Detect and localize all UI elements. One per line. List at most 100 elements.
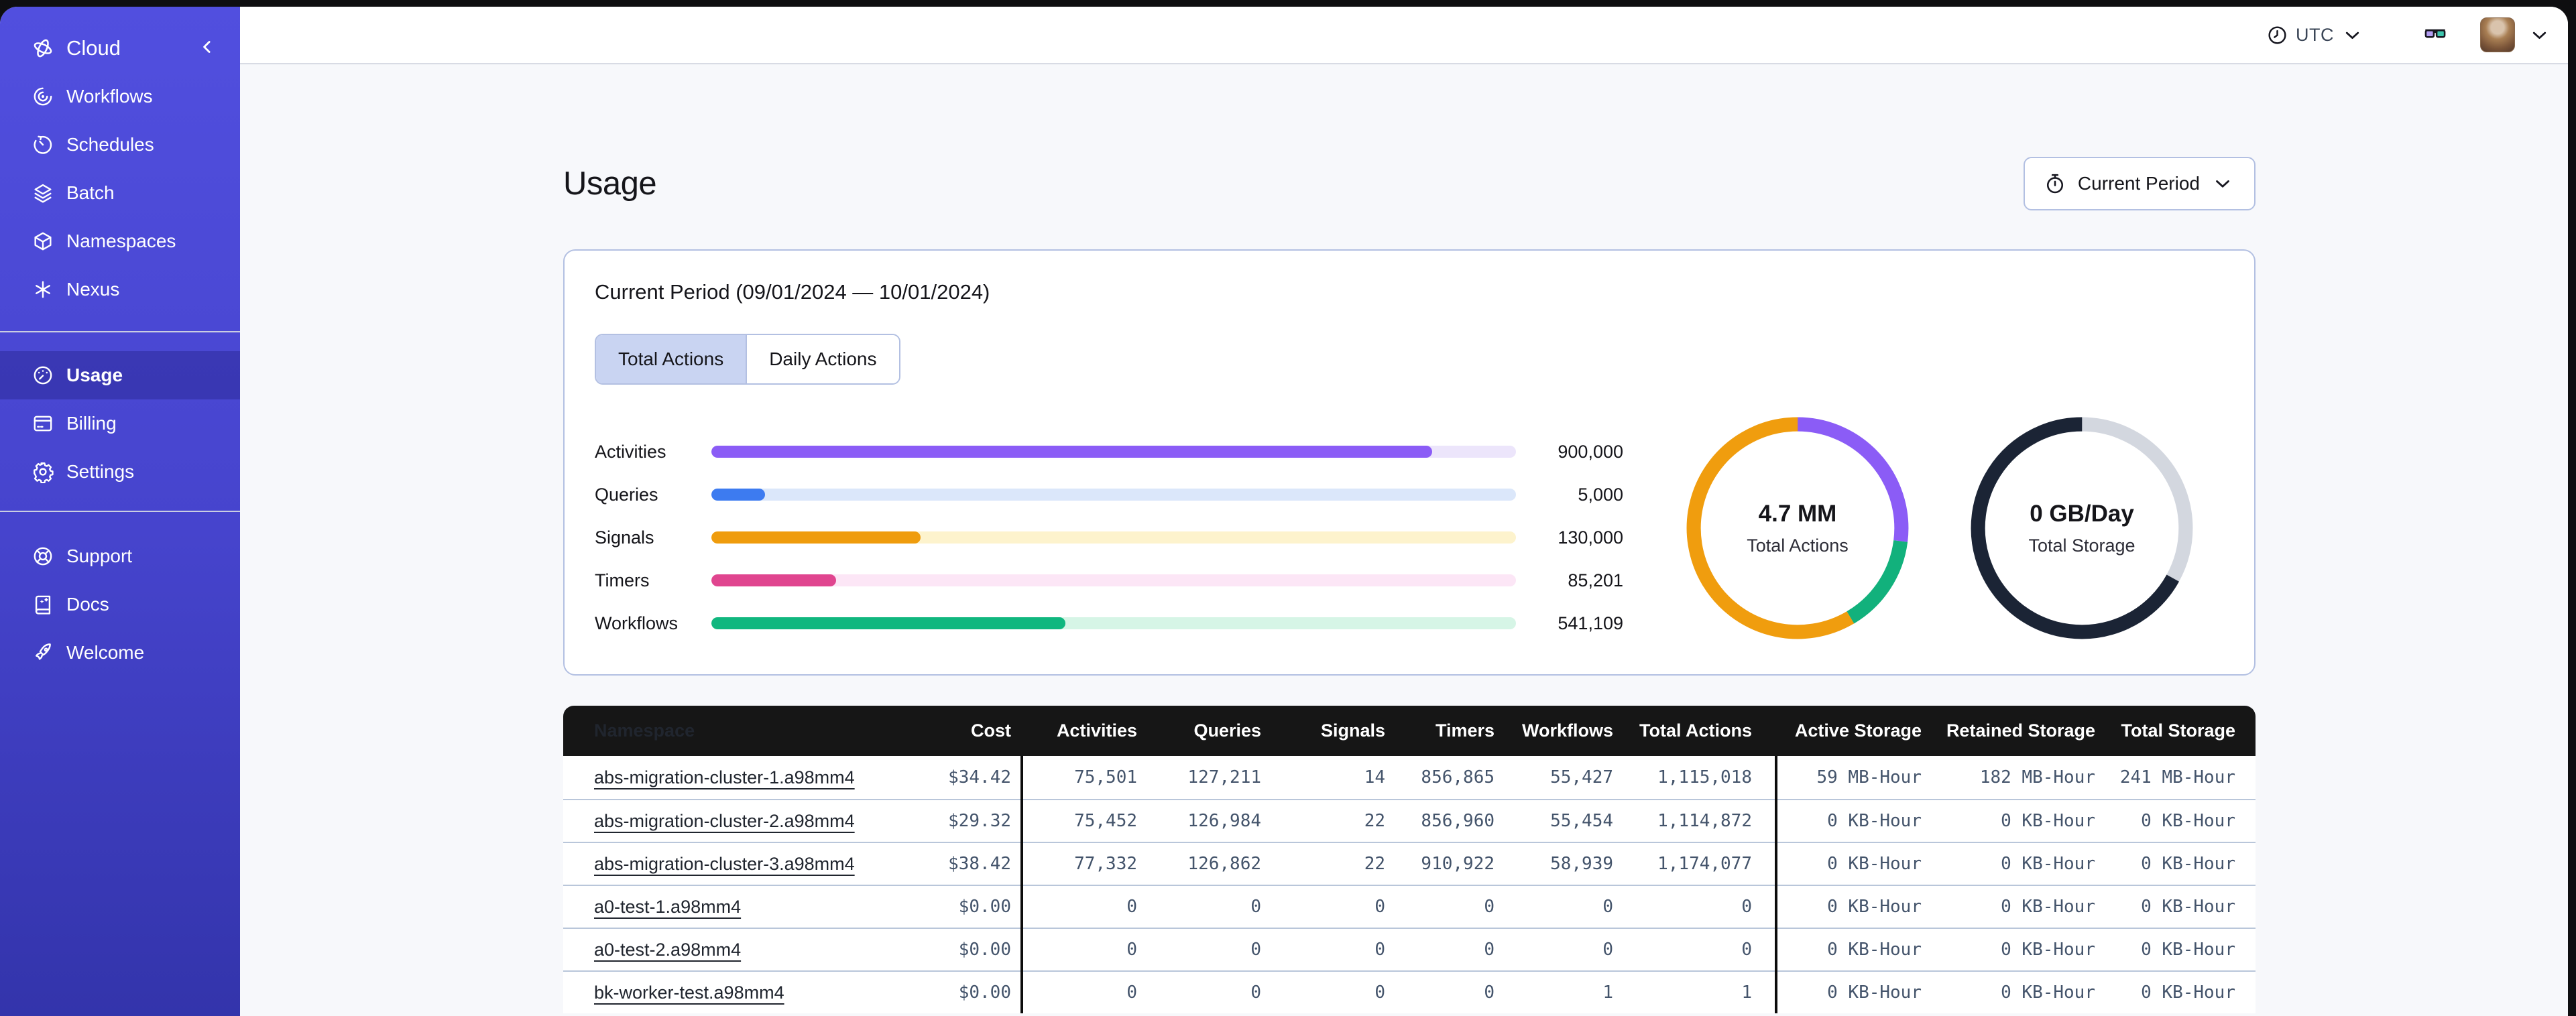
table-row: abs-migration-cluster-3.a98mm4 $38.42 77,3… bbox=[563, 842, 2256, 885]
sidebar-collapse-button[interactable] bbox=[197, 37, 217, 60]
namespace-link[interactable]: a0-test-1.a98mm4 bbox=[594, 897, 741, 917]
total-storage-caption: Total Storage bbox=[2028, 535, 2135, 556]
bar-label: Activities bbox=[595, 441, 666, 462]
value-cell: 1,115,018 bbox=[1657, 767, 1752, 787]
namespace-link[interactable]: abs-migration-cluster-2.a98mm4 bbox=[594, 811, 855, 831]
workflows-icon bbox=[32, 85, 54, 108]
app-window: Cloud Workflows Schedules Batch Namespaces N… bbox=[0, 7, 2568, 1016]
value-cell: 0 bbox=[1602, 897, 1613, 917]
chevron-left-icon bbox=[197, 37, 217, 57]
value-cell: 126,984 bbox=[1187, 811, 1261, 831]
sidebar-item-label: Namespaces bbox=[66, 231, 176, 251]
value-cell: 1,114,872 bbox=[1657, 811, 1752, 831]
schedules-icon bbox=[32, 133, 54, 156]
table-row: bk-worker-test.a98mm4 $0.00 0 0 0 0 1 1 0 KB-Hou… bbox=[563, 970, 2256, 1013]
sidebar-item-support[interactable]: Support bbox=[0, 532, 240, 580]
stopwatch-icon bbox=[2044, 172, 2066, 195]
value-cell: 22 bbox=[1364, 854, 1385, 874]
column-header-total-storage: Total Storage bbox=[2121, 720, 2235, 741]
sidebar-item-welcome[interactable]: Welcome bbox=[0, 629, 240, 677]
tab-daily-actions[interactable]: Daily Actions bbox=[746, 335, 899, 383]
sidebar-item-label: Welcome bbox=[66, 642, 145, 663]
sidebar-item-workflows[interactable]: Workflows bbox=[0, 72, 240, 121]
sidebar-brand[interactable]: Cloud bbox=[0, 24, 240, 72]
value-cell: 0 bbox=[1250, 940, 1261, 960]
value-cell: 0 bbox=[1126, 897, 1137, 917]
column-header-retained-storage: Retained Storage bbox=[1946, 720, 2095, 741]
value-cell: 22 bbox=[1364, 811, 1385, 831]
value-cell: $29.32 bbox=[948, 811, 1011, 831]
total-storage-value: 0 GB/Day bbox=[2030, 500, 2134, 527]
value-cell: 0 KB-Hour bbox=[2141, 897, 2235, 917]
sidebar-item-docs[interactable]: Docs bbox=[0, 580, 240, 629]
sidebar-item-billing[interactable]: Billing bbox=[0, 399, 240, 448]
bar-track bbox=[711, 446, 1516, 458]
column-header-total-actions: Total Actions bbox=[1639, 720, 1752, 741]
table-row: a0-test-2.a98mm4 $0.00 0 0 0 0 0 0 0 KB-Hour 0 KB… bbox=[563, 928, 2256, 970]
sidebar-item-nexus[interactable]: Nexus bbox=[0, 265, 240, 314]
donut-center-label: 0 GB/Day Total Storage bbox=[1964, 410, 2200, 646]
sidebar-item-namespaces[interactable]: Namespaces bbox=[0, 217, 240, 265]
sidebar-item-label: Settings bbox=[66, 461, 135, 482]
namespace-link[interactable]: abs-migration-cluster-3.a98mm4 bbox=[594, 854, 855, 874]
settings-icon bbox=[32, 460, 54, 483]
namespaces-icon bbox=[32, 230, 54, 253]
sidebar-section-main: Workflows Schedules Batch Namespaces Nexus bbox=[0, 72, 240, 314]
sidebar-item-settings[interactable]: Settings bbox=[0, 448, 240, 496]
bar-row-activities: Activities 900,000 bbox=[595, 430, 1623, 473]
donut-center-label: 4.7 MM Total Actions bbox=[1680, 410, 1916, 646]
value-cell: 0 bbox=[1741, 897, 1752, 917]
temporal-logo-icon bbox=[32, 37, 54, 60]
tab-total-actions[interactable]: Total Actions bbox=[596, 335, 746, 383]
value-cell: 1,174,077 bbox=[1657, 854, 1752, 874]
sidebar-item-usage[interactable]: Usage bbox=[0, 351, 240, 399]
value-cell: $0.00 bbox=[958, 982, 1011, 1003]
value-cell: 241 MB-Hour bbox=[2119, 767, 2235, 787]
bar-fill bbox=[711, 446, 1433, 458]
sidebar-item-label: Usage bbox=[66, 365, 123, 385]
nerd-glasses-icon[interactable] bbox=[2420, 21, 2451, 49]
bar-value: 85,201 bbox=[1568, 570, 1623, 590]
sidebar-section-account: Usage Billing Settings bbox=[0, 351, 240, 496]
value-cell: 0 KB-Hour bbox=[2001, 982, 2095, 1003]
user-avatar[interactable] bbox=[2480, 17, 2515, 52]
value-cell: 856,960 bbox=[1421, 811, 1495, 831]
chevron-down-icon bbox=[2341, 24, 2363, 46]
namespace-link[interactable]: bk-worker-test.a98mm4 bbox=[594, 982, 784, 1003]
user-menu-chevron-down-icon[interactable] bbox=[2528, 24, 2551, 46]
bar-value: 5,000 bbox=[1578, 484, 1623, 505]
value-cell: 0 KB-Hour bbox=[1827, 982, 1922, 1003]
period-selector-button[interactable]: Current Period bbox=[2023, 157, 2256, 210]
value-cell: 182 MB-Hour bbox=[1979, 767, 2095, 787]
value-cell: 0 KB-Hour bbox=[2141, 811, 2235, 831]
namespace-usage-table: Namespace Cost Activities Queries Signals Tim… bbox=[563, 706, 2256, 1013]
bar-value: 541,109 bbox=[1558, 613, 1623, 633]
value-cell: 0 KB-Hour bbox=[1827, 854, 1922, 874]
column-header-queries: Queries bbox=[1193, 720, 1261, 741]
bar-value: 130,000 bbox=[1558, 527, 1623, 548]
page-head: Usage Current Period bbox=[563, 157, 2256, 210]
actions-bar-chart: Activities 900,000 Queries 5,000 Signals 130,… bbox=[595, 430, 1623, 646]
value-cell: 0 KB-Hour bbox=[2001, 854, 2095, 874]
sidebar-divider bbox=[0, 331, 240, 332]
namespace-link[interactable]: a0-test-2.a98mm4 bbox=[594, 940, 741, 960]
total-actions-caption: Total Actions bbox=[1747, 535, 1849, 556]
sidebar-item-schedules[interactable]: Schedules bbox=[0, 121, 240, 169]
clock-icon bbox=[2266, 24, 2288, 46]
table-header-row: Namespace Cost Activities Queries Signals Tim… bbox=[563, 706, 2256, 756]
sidebar-item-label: Workflows bbox=[66, 86, 153, 107]
value-cell: 0 bbox=[1484, 982, 1495, 1003]
sidebar-section-help: Support Docs Welcome bbox=[0, 532, 240, 677]
value-cell: 77,332 bbox=[1074, 854, 1137, 874]
table-body: abs-migration-cluster-1.a98mm4 $34.42 75,5… bbox=[563, 756, 2256, 1013]
sidebar: Cloud Workflows Schedules Batch Namespaces N… bbox=[0, 7, 240, 1016]
column-header-namespace: Namespace bbox=[594, 720, 695, 741]
sidebar-item-batch[interactable]: Batch bbox=[0, 169, 240, 217]
page-title: Usage bbox=[563, 166, 657, 202]
namespace-link[interactable]: abs-migration-cluster-1.a98mm4 bbox=[594, 767, 855, 787]
value-cell: 0 KB-Hour bbox=[2001, 940, 2095, 960]
bar-fill bbox=[711, 574, 836, 586]
value-cell: $34.42 bbox=[948, 767, 1011, 787]
timezone-dropdown[interactable]: UTC bbox=[2266, 24, 2363, 46]
value-cell: 0 KB-Hour bbox=[1827, 897, 1922, 917]
